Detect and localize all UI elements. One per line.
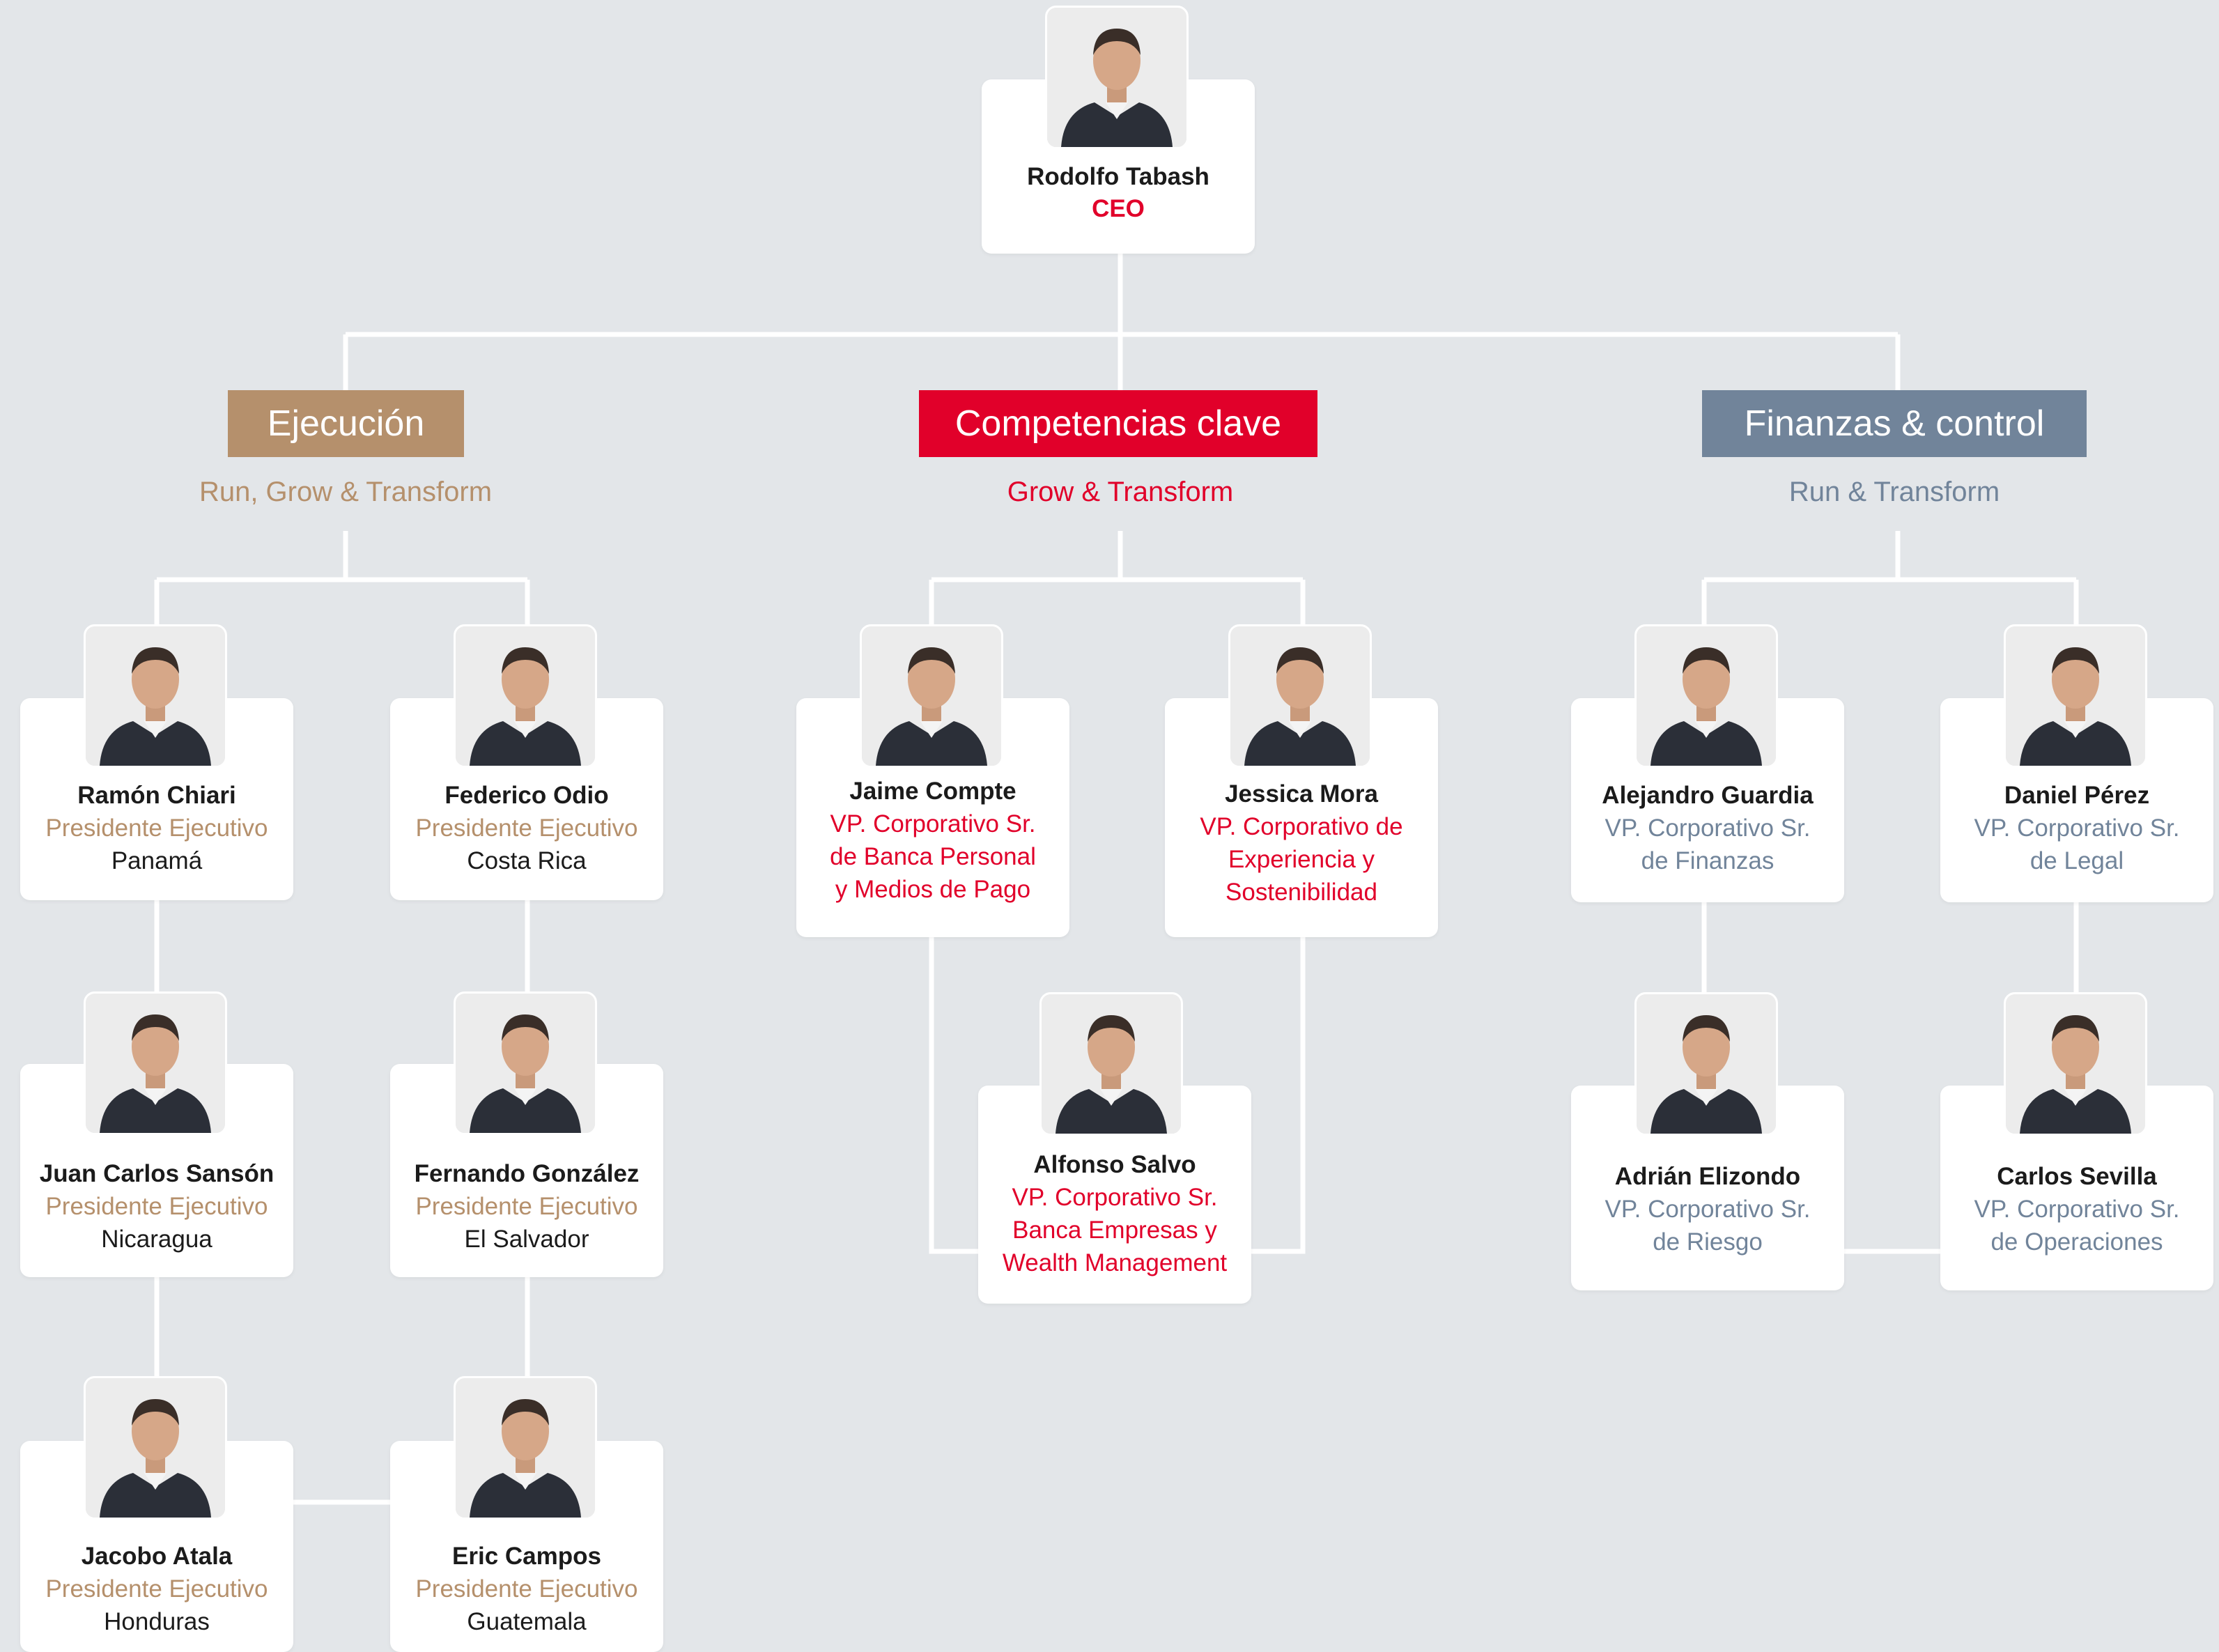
person-country: Honduras xyxy=(104,1608,210,1635)
portrait-jaime-compte xyxy=(860,624,1003,768)
person-name: Jessica Mora xyxy=(1225,780,1378,808)
portrait-jacobo-atala xyxy=(84,1376,227,1520)
person-title-line: de Finanzas xyxy=(1641,847,1775,874)
person-title: Presidente Ejecutivo xyxy=(415,815,638,842)
person-title-line: VP. Corporativo de xyxy=(1200,813,1403,840)
person-title: Presidente Ejecutivo xyxy=(415,1193,638,1220)
portrait-ramon-chiari xyxy=(84,624,227,768)
portrait-eric-campos xyxy=(454,1376,597,1520)
person-name: Fernando González xyxy=(414,1160,640,1187)
branch-tagline-finanzas: Run & Transform xyxy=(1788,477,2000,507)
person-country: Guatemala xyxy=(467,1608,587,1635)
person-name: Adrián Elizondo xyxy=(1614,1163,1801,1190)
person-title-line: de Operaciones xyxy=(1990,1228,2163,1256)
portrait-alfonso-salvo xyxy=(1039,992,1183,1136)
person-name: Jaime Compte xyxy=(849,778,1016,805)
person-title-line: Sostenibilidad xyxy=(1226,879,1377,906)
portrait-rodolfo-tabash xyxy=(1045,6,1189,149)
branch-tagline-ejecucion: Run, Grow & Transform xyxy=(199,477,493,507)
person-title: Presidente Ejecutivo xyxy=(415,1575,638,1603)
ceo-title: CEO xyxy=(1092,195,1145,222)
person-title-line: VP. Corporativo Sr. xyxy=(1974,1196,2180,1223)
branch-header-ejecucion: Ejecución xyxy=(228,390,464,457)
person-title-line: VP. Corporativo Sr. xyxy=(1974,815,2180,842)
person-title-line: Banca Empresas y xyxy=(1012,1217,1217,1244)
person-title-line: de Legal xyxy=(2029,847,2124,874)
person-name: Jacobo Atala xyxy=(81,1543,233,1570)
person-title-line: VP. Corporativo Sr. xyxy=(1012,1184,1218,1211)
person-title-line: y Medios de Pago xyxy=(835,876,1031,903)
person-name: Carlos Sevilla xyxy=(1997,1163,2157,1190)
person-country: Nicaragua xyxy=(101,1226,212,1253)
person-country: Panamá xyxy=(111,847,203,874)
person-title-line: VP. Corporativo Sr. xyxy=(830,810,1036,837)
branch-tagline-competencias: Grow & Transform xyxy=(1007,477,1234,507)
person-title-line: Experiencia y xyxy=(1228,846,1375,873)
person-name: Federico Odio xyxy=(444,782,609,809)
portrait-jessica-mora xyxy=(1228,624,1372,768)
person-name: Daniel Pérez xyxy=(2004,782,2150,809)
ceo-name: Rodolfo Tabash xyxy=(1027,163,1209,190)
person-title-line: VP. Corporativo Sr. xyxy=(1605,815,1811,842)
person-title: Presidente Ejecutivo xyxy=(45,1193,268,1220)
person-name: Eric Campos xyxy=(452,1543,601,1570)
person-title-line: Wealth Management xyxy=(1002,1249,1228,1276)
portrait-daniel-perez xyxy=(2004,624,2147,768)
person-title: Presidente Ejecutivo xyxy=(45,815,268,842)
person-name: Alejandro Guardia xyxy=(1602,782,1814,809)
portrait-fernando-gonzalez xyxy=(454,991,597,1135)
portrait-carlos-sevilla xyxy=(2004,992,2147,1136)
person-title-line: de Banca Personal xyxy=(830,843,1036,870)
portrait-federico-odio xyxy=(454,624,597,768)
portrait-adrian-elizondo xyxy=(1634,992,1778,1136)
person-name: Ramón Chiari xyxy=(77,782,236,809)
person-title-line: de Riesgo xyxy=(1653,1228,1763,1256)
branch-header-competencias: Competencias clave xyxy=(919,390,1317,457)
branch-header-finanzas: Finanzas & control xyxy=(1702,390,2087,457)
person-name: Juan Carlos Sansón xyxy=(39,1160,275,1187)
portrait-alejandro-guardia xyxy=(1634,624,1778,768)
person-title-line: VP. Corporativo Sr. xyxy=(1605,1196,1811,1223)
person-name: Alfonso Salvo xyxy=(1033,1151,1196,1178)
person-country: Costa Rica xyxy=(467,847,587,874)
person-country: El Salvador xyxy=(464,1226,589,1253)
portrait-juan-carlos-sanson xyxy=(84,991,227,1135)
person-title: Presidente Ejecutivo xyxy=(45,1575,268,1603)
